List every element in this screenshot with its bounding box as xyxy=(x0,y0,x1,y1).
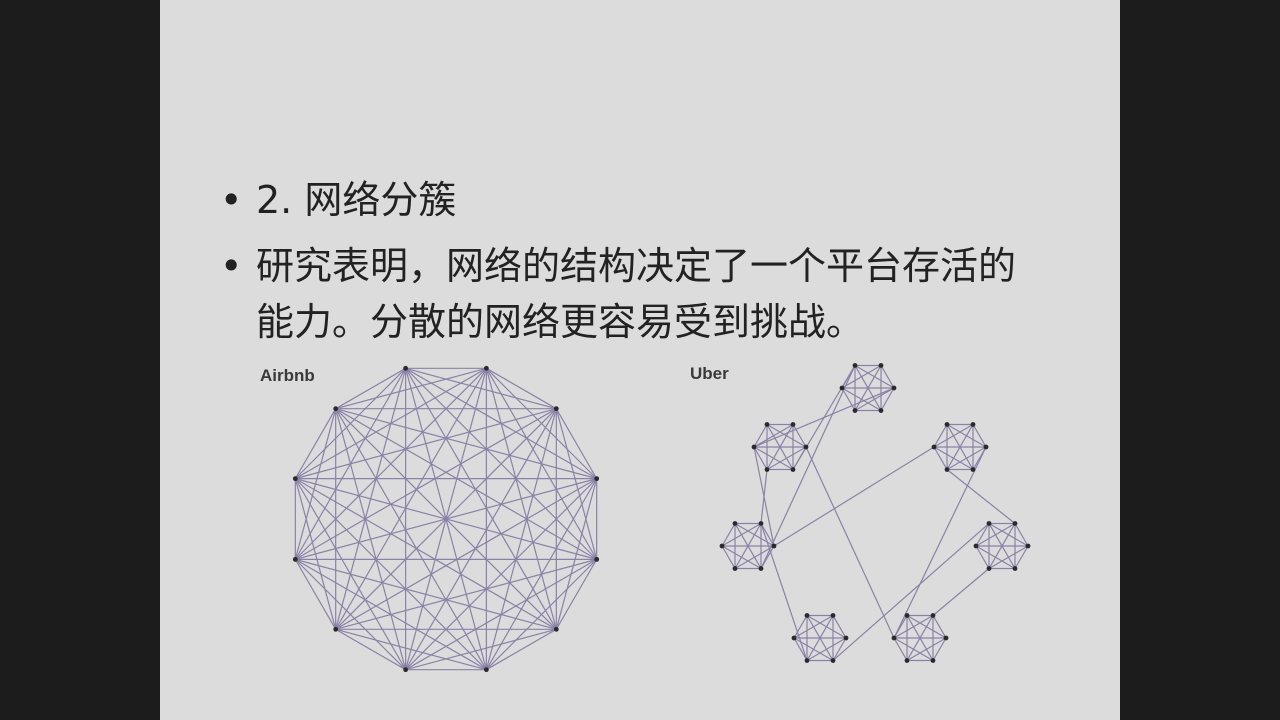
uber-node xyxy=(830,613,836,618)
uber-node xyxy=(804,658,810,663)
airbnb-node xyxy=(483,365,489,371)
uber-node xyxy=(1012,521,1018,526)
uber-network xyxy=(719,363,1031,663)
airbnb-node xyxy=(553,626,559,632)
uber-link-edge xyxy=(760,469,768,524)
uber-node xyxy=(830,658,836,663)
uber-node xyxy=(1012,566,1018,571)
uber-node xyxy=(790,467,796,472)
video-frame: • 2. 网络分簇 • 研究表明，网络的结构决定了一个平台存活的能力。分散的网络… xyxy=(0,0,1280,720)
uber-link-edge xyxy=(932,568,990,616)
uber-node xyxy=(878,363,884,368)
uber-node xyxy=(904,613,910,618)
uber-node xyxy=(758,521,764,526)
uber-node xyxy=(931,444,937,450)
uber-link-edge xyxy=(946,469,1016,524)
uber-node xyxy=(944,422,950,427)
airbnb-node xyxy=(594,476,600,482)
uber-node xyxy=(986,521,992,526)
presentation-slide: • 2. 网络分簇 • 研究表明，网络的结构决定了一个平台存活的能力。分散的网络… xyxy=(160,0,1120,720)
uber-node xyxy=(732,566,738,571)
uber-node xyxy=(973,543,979,549)
uber-node xyxy=(983,444,989,450)
airbnb-node xyxy=(292,556,298,562)
uber-node xyxy=(839,385,845,391)
uber-node xyxy=(930,613,936,618)
uber-link-edge xyxy=(760,523,808,661)
uber-node xyxy=(1025,543,1031,549)
uber-node xyxy=(986,566,992,571)
uber-node xyxy=(878,408,884,413)
airbnb-node xyxy=(553,406,559,412)
airbnb-edge xyxy=(335,408,407,670)
uber-node xyxy=(891,635,897,641)
uber-link-edge xyxy=(760,365,856,569)
uber-node xyxy=(803,444,809,450)
uber-node xyxy=(764,467,770,472)
uber-node xyxy=(790,422,796,427)
airbnb-node xyxy=(333,626,339,632)
uber-node xyxy=(930,658,936,663)
airbnb-node xyxy=(403,365,409,371)
uber-node xyxy=(764,422,770,427)
uber-node xyxy=(804,613,810,618)
airbnb-edge xyxy=(295,558,557,630)
uber-node xyxy=(904,658,910,663)
airbnb-edge xyxy=(294,478,407,670)
uber-node xyxy=(943,635,949,641)
uber-node xyxy=(852,408,858,413)
airbnb-network xyxy=(292,365,600,673)
uber-label: Uber xyxy=(690,364,729,383)
airbnb-node xyxy=(594,556,600,562)
uber-node xyxy=(751,444,757,450)
uber-node xyxy=(970,422,976,427)
airbnb-label: Airbnb xyxy=(260,366,315,385)
airbnb-edge xyxy=(335,558,597,630)
uber-node xyxy=(791,635,797,641)
uber-node xyxy=(944,467,950,472)
uber-node xyxy=(970,467,976,472)
airbnb-edge xyxy=(335,408,597,480)
uber-node xyxy=(843,635,849,641)
uber-node xyxy=(719,543,725,549)
uber-node xyxy=(891,385,897,391)
uber-node xyxy=(732,521,738,526)
airbnb-node xyxy=(483,667,489,673)
uber-link-edge xyxy=(805,446,895,639)
uber-node xyxy=(852,363,858,368)
airbnb-node xyxy=(333,406,339,412)
uber-node xyxy=(758,566,764,571)
uber-node xyxy=(771,543,777,549)
airbnb-node xyxy=(403,667,409,673)
uber-link-edge xyxy=(832,523,990,661)
airbnb-node xyxy=(292,476,298,482)
airbnb-edge xyxy=(295,408,557,480)
network-diagrams: Airbnb Uber xyxy=(260,363,1031,673)
